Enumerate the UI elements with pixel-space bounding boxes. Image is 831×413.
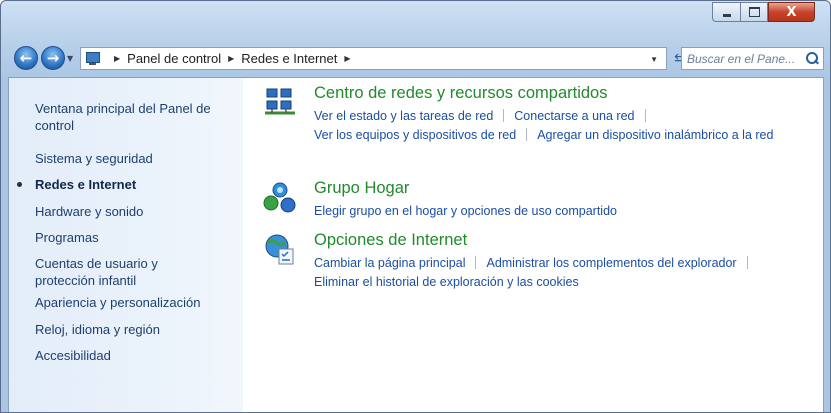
sidebar-item-programs[interactable]: Programas: [35, 229, 99, 246]
main-panel: Centro de redes y recursos compartidos V…: [243, 78, 823, 412]
link-separator: [644, 109, 646, 122]
chevron-right-icon[interactable]: ▶: [228, 54, 234, 63]
breadcrumb-redes-e-internet[interactable]: Redes e Internet: [241, 51, 337, 66]
address-bar[interactable]: ▶ Panel de control ▶ Redes e Internet ▶ …: [80, 47, 667, 70]
minimize-icon: [722, 13, 731, 17]
breadcrumb-panel-de-control[interactable]: Panel de control: [127, 51, 221, 66]
close-button[interactable]: X: [768, 2, 815, 22]
internet-options-icon[interactable]: [263, 233, 297, 267]
link-delete-history[interactable]: Eliminar el historial de exploración y l…: [314, 275, 579, 289]
title-bar[interactable]: X: [1, 1, 830, 39]
link-add-wireless-device[interactable]: Agregar un dispositivo inalámbrico a la …: [537, 128, 773, 142]
minimize-button[interactable]: [712, 2, 740, 22]
back-button[interactable]: ←: [14, 46, 38, 70]
section-links: Cambiar la página principal Administrar l…: [314, 254, 758, 292]
maximize-icon: [748, 7, 760, 17]
link-separator: [475, 256, 477, 269]
control-panel-icon: [85, 51, 101, 66]
sidebar-item-home[interactable]: Ventana principal del Panel de control: [35, 100, 225, 134]
chevron-right-icon[interactable]: ▶: [344, 54, 350, 63]
active-bullet-icon: [17, 182, 22, 187]
chevron-right-icon[interactable]: ▶: [114, 54, 120, 63]
search-icon[interactable]: [804, 51, 820, 67]
sidebar-item-hardware-sound[interactable]: Hardware y sonido: [35, 203, 143, 220]
sidebar-item-label: Redes e Internet: [35, 177, 137, 192]
recent-pages-dropdown[interactable]: ▼: [67, 54, 73, 63]
forward-arrow-icon: →: [46, 49, 60, 67]
link-separator: [503, 109, 505, 122]
address-dropdown-icon[interactable]: ▼: [650, 55, 658, 64]
homegroup-icon[interactable]: [263, 181, 297, 215]
link-change-homepage[interactable]: Cambiar la página principal: [314, 256, 465, 270]
link-choose-homegroup[interactable]: Elegir grupo en el hogar y opciones de u…: [314, 204, 617, 218]
close-icon: X: [786, 4, 797, 20]
search-placeholder: Buscar en el Pane...: [687, 51, 796, 66]
link-connect-network[interactable]: Conectarse a una red: [514, 109, 634, 123]
forward-button[interactable]: →: [41, 46, 65, 70]
link-view-devices[interactable]: Ver los equipos y dispositivos de red: [314, 128, 516, 142]
section-title-network-center[interactable]: Centro de redes y recursos compartidos: [314, 84, 607, 103]
network-center-icon[interactable]: [263, 86, 297, 120]
section-title-homegroup[interactable]: Grupo Hogar: [314, 179, 409, 198]
sidebar-item-clock-region[interactable]: Reloj, idioma y región: [35, 321, 160, 338]
section-title-internet-options[interactable]: Opciones de Internet: [314, 231, 467, 250]
back-arrow-icon: ←: [19, 49, 33, 67]
link-separator: [526, 128, 528, 141]
sidebar-item-appearance[interactable]: Apariencia y personalización: [35, 294, 200, 311]
section-links: Elegir grupo en el hogar y opciones de u…: [314, 202, 617, 221]
link-network-status[interactable]: Ver el estado y las tareas de red: [314, 109, 493, 123]
section-links: Ver el estado y las tareas de red Conecta…: [314, 107, 773, 145]
sidebar-item-user-accounts[interactable]: Cuentas de usuario y protección infantil: [35, 255, 185, 289]
link-manage-addons[interactable]: Administrar los complementos del explora…: [486, 256, 736, 270]
maximize-button[interactable]: [740, 2, 768, 22]
sidebar-item-network-internet[interactable]: Redes e Internet: [17, 176, 137, 193]
navigation-bar: ← → ▼ ▶ Panel de control ▶ Redes e Inter…: [1, 39, 830, 77]
sidebar-item-system-security[interactable]: Sistema y seguridad: [35, 150, 153, 167]
content-area: Ventana principal del Panel de control S…: [8, 77, 824, 412]
link-separator: [746, 256, 748, 269]
search-input[interactable]: Buscar en el Pane...: [681, 47, 824, 70]
sidebar: Ventana principal del Panel de control S…: [9, 78, 243, 412]
sidebar-item-accessibility[interactable]: Accesibilidad: [35, 347, 111, 364]
control-panel-window: X ← → ▼ ▶ Panel de control ▶ Redes e Int…: [0, 0, 831, 413]
